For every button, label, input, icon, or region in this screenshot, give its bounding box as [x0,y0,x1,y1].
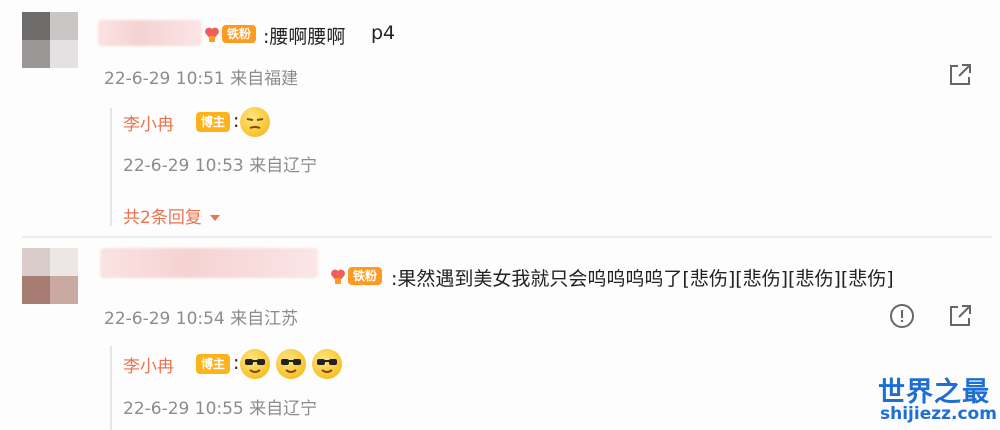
reply-meta: 22-6-29 10:53 来自辽宁 [123,156,318,176]
heart-icon [204,25,220,43]
more-replies-label: 共2条回复 [123,208,202,228]
heart-icon [330,267,346,285]
avatar[interactable] [22,12,78,68]
reply-author[interactable]: 李小冉 [123,352,174,377]
reply-meta: 22-6-29 10:55 来自辽宁 [123,399,318,419]
sunglasses-emoji [276,349,306,379]
watermark-url: shijiezz.com [880,404,997,424]
comment-meta: 22-6-29 10:51 来自福建 [104,69,299,89]
sunglasses-emoji [240,349,270,379]
comment-meta: 22-6-29 10:54 来自江苏 [104,309,299,329]
comment-separator [22,236,992,238]
reply-author[interactable]: 李小冉 [123,110,174,135]
avatar[interactable] [22,248,78,304]
share-icon[interactable] [946,302,974,330]
caret-down-icon [210,215,221,221]
fan-badge: 铁粉 [204,23,257,45]
host-badge: 博主 [196,354,231,374]
reply-divider [110,346,112,430]
smug-emoji [240,107,270,137]
username-blurred[interactable] [98,20,202,46]
fan-badge: 铁粉 [330,265,383,287]
report-icon[interactable] [888,302,916,330]
share-icon[interactable] [946,61,974,89]
comment-text: :腰啊腰啊 [263,26,346,48]
sunglasses-emoji [312,349,342,379]
reply-divider [110,108,112,226]
comment-suffix: p4 [371,22,396,44]
username-blurred[interactable] [100,248,318,278]
comment-text: :果然遇到美女我就只会呜呜呜呜了[悲伤][悲伤][悲伤][悲伤] [391,268,894,290]
host-badge: 博主 [196,112,231,132]
reply-colon: : [233,352,240,374]
more-replies-link[interactable]: 共2条回复 [123,203,221,228]
reply-colon: : [233,110,240,132]
